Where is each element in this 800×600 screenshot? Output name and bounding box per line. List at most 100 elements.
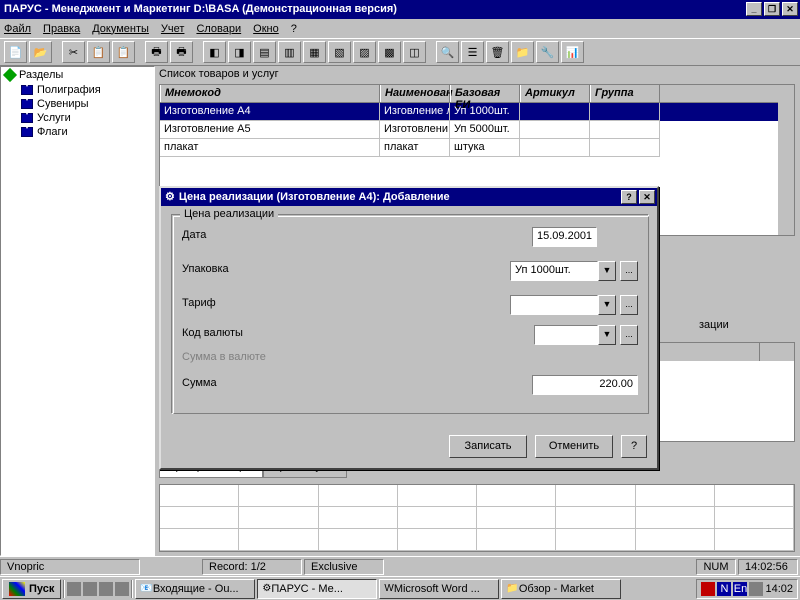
toolbar-button[interactable]: ▧ [328, 41, 351, 63]
toolbar-button[interactable]: 🖶 [145, 41, 168, 63]
close-button[interactable]: ✕ [782, 2, 798, 16]
label-sum: Сумма [182, 377, 342, 389]
dialog-help-button[interactable]: ? [621, 190, 637, 204]
tray-lang-icon[interactable]: N [717, 582, 731, 596]
help-button[interactable]: ? [621, 435, 647, 458]
label-currency: Код валюты [182, 327, 342, 339]
toolbar-button[interactable]: ◧ [203, 41, 226, 63]
menu-file[interactable]: Файл [4, 23, 31, 35]
grid-row[interactable]: Изготовление А4Изговление лУп 1000шт. [160, 103, 794, 121]
menu-edit[interactable]: Правка [43, 23, 80, 35]
status-bar: Vnopric Record: 1/2 Exclusive NUM 14:02:… [0, 556, 800, 576]
col-mnemo[interactable]: Мнемокод [160, 85, 380, 102]
toolbar-button[interactable]: ◨ [228, 41, 251, 63]
tray-lang-icon[interactable]: En [733, 582, 747, 596]
tariff-combo[interactable] [510, 295, 598, 315]
tray-icon[interactable] [749, 582, 763, 596]
currency-combo[interactable] [534, 325, 598, 345]
group-label: Цена реализации [180, 208, 278, 220]
window-titlebar: ПАРУС - Менеджмент и Маркетинг D:\BASA (… [0, 0, 800, 19]
col-unit[interactable]: Базовая ЕИ [450, 85, 520, 102]
tree-item[interactable]: Сувениры [1, 97, 154, 111]
taskbar-task[interactable]: 📁 Обзор - Market [501, 579, 621, 599]
chevron-down-icon[interactable]: ▼ [598, 325, 616, 345]
status-user: Vnopric [0, 559, 140, 575]
browse-button[interactable]: ... [620, 325, 638, 345]
toolbar-button[interactable]: 🖶 [170, 41, 193, 63]
system-tray: N En 14:02 [696, 579, 798, 599]
chevron-down-icon[interactable]: ▼ [598, 261, 616, 281]
taskbar-task[interactable]: ⚙ ПАРУС - Ме... [257, 579, 377, 599]
toolbar-button[interactable]: ▤ [253, 41, 276, 63]
status-mode: Exclusive [304, 559, 384, 575]
pack-combo[interactable]: Уп 1000шт. [510, 261, 598, 281]
menu-help[interactable]: ? [291, 23, 297, 35]
tray-icon[interactable] [701, 582, 715, 596]
price-dialog: ⚙ Цена реализации (Изготовление А4): Доб… [159, 186, 659, 470]
cancel-button[interactable]: Отменить [535, 435, 613, 458]
grid-row[interactable]: плакатплакатштука [160, 139, 794, 157]
toolbar-button[interactable]: ▦ [303, 41, 326, 63]
start-button[interactable]: Пуск [2, 579, 61, 599]
menu-dict[interactable]: Словари [196, 23, 241, 35]
toolbar-button[interactable]: ▨ [353, 41, 376, 63]
dialog-close-button[interactable]: ✕ [639, 190, 655, 204]
tree-root[interactable]: Разделы [1, 67, 154, 83]
toolbar-button[interactable]: ◫ [403, 41, 426, 63]
sum-input[interactable]: 220.00 [532, 375, 638, 395]
toolbar-button[interactable]: ▥ [278, 41, 301, 63]
toolbar-button[interactable]: 📁 [511, 41, 534, 63]
quicklaunch-icon[interactable] [99, 582, 113, 596]
toolbar-button[interactable]: 🔧 [536, 41, 559, 63]
menu-bar: Файл Правка Документы Учет Словари Окно … [0, 19, 800, 38]
col-name[interactable]: Наименован [380, 85, 450, 102]
tree-item[interactable]: Флаги [1, 125, 154, 139]
maximize-button[interactable]: ❐ [764, 2, 780, 16]
toolbar-button[interactable]: 📊 [561, 41, 584, 63]
toolbar-button[interactable]: ✂ [62, 41, 85, 63]
quicklaunch-icon[interactable] [83, 582, 97, 596]
status-record: Record: 1/2 [202, 559, 302, 575]
tree-item[interactable]: Полиграфия [1, 83, 154, 97]
menu-acct[interactable]: Учет [161, 23, 185, 35]
toolbar-button[interactable]: 🗑 [486, 41, 509, 63]
grid-row[interactable]: Изготовление А5ИзготовлениУп 5000шт. [160, 121, 794, 139]
label-sum-fx: Сумма в валюте [182, 351, 342, 363]
toolbar-button[interactable]: 📄 [4, 41, 27, 63]
taskbar-task[interactable]: W Microsoft Word ... [379, 579, 499, 599]
quicklaunch-icon[interactable] [115, 582, 129, 596]
dialog-titlebar: ⚙ Цена реализации (Изготовление А4): Доб… [161, 188, 657, 206]
status-time: 14:02:56 [738, 559, 798, 575]
tray-clock: 14:02 [765, 583, 793, 595]
toolbar-button[interactable]: 🔍 [436, 41, 459, 63]
book-icon [21, 127, 33, 137]
windows-icon [9, 582, 25, 596]
menu-docs[interactable]: Документы [92, 23, 149, 35]
chevron-down-icon[interactable]: ▼ [598, 295, 616, 315]
bottom-grid[interactable] [159, 484, 795, 552]
toolbar-button[interactable]: 📋 [87, 41, 110, 63]
window-title: ПАРУС - Менеджмент и Маркетинг D:\BASA (… [4, 3, 397, 15]
dialog-icon: ⚙ [165, 188, 175, 206]
col-article[interactable]: Артикул [520, 85, 590, 102]
toolbar-button[interactable]: 📋 [112, 41, 135, 63]
status-num: NUM [696, 559, 736, 575]
taskbar-task[interactable]: 📧 Входящие - Ou... [135, 579, 255, 599]
minimize-button[interactable]: _ [746, 2, 762, 16]
browse-button[interactable]: ... [620, 261, 638, 281]
sections-tree: Разделы Полиграфия Сувениры Услуги Флаги [0, 66, 155, 556]
save-button[interactable]: Записать [449, 435, 527, 458]
date-input[interactable]: 15.09.2001 [532, 227, 597, 247]
toolbar-button[interactable]: ▩ [378, 41, 401, 63]
menu-window[interactable]: Окно [253, 23, 279, 35]
browse-button[interactable]: ... [620, 295, 638, 315]
toolbar: 📄 📂 ✂ 📋 📋 🖶 🖶 ◧ ◨ ▤ ▥ ▦ ▧ ▨ ▩ ◫ 🔍 ☰ 🗑 📁 … [0, 38, 800, 66]
toolbar-button[interactable]: ☰ [461, 41, 484, 63]
label-tariff: Тариф [182, 297, 342, 309]
vertical-scrollbar[interactable] [778, 85, 794, 235]
partial-tab-label: зации [699, 319, 729, 331]
col-group[interactable]: Группа [590, 85, 660, 102]
toolbar-button[interactable]: 📂 [29, 41, 52, 63]
tree-item[interactable]: Услуги [1, 111, 154, 125]
quicklaunch-icon[interactable] [67, 582, 81, 596]
